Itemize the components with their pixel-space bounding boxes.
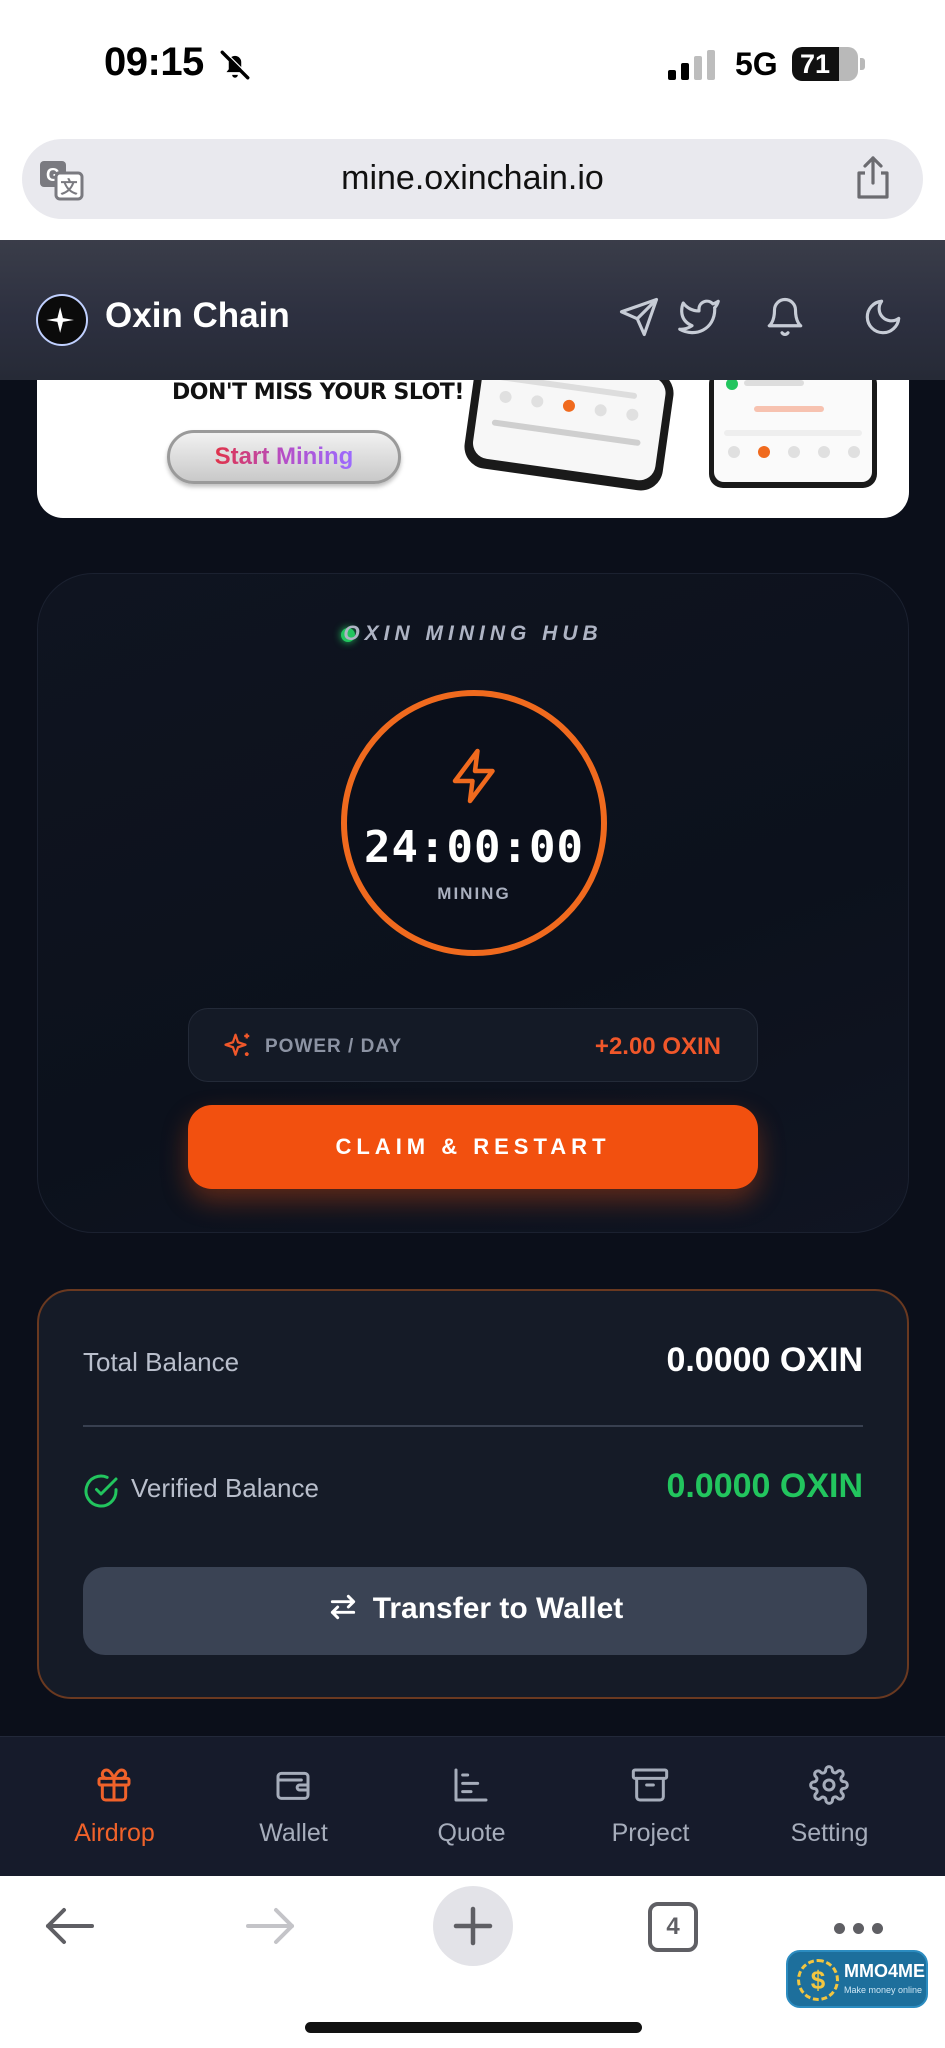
- status-time: 09:15: [104, 40, 204, 84]
- more-menu-icon[interactable]: [834, 1921, 891, 1939]
- phone-mockup-illustration: [461, 380, 677, 494]
- power-value: +2.00 OXIN: [594, 1033, 721, 1060]
- watermark-subtitle: Make money online: [844, 1985, 923, 1995]
- bottom-nav: Airdrop Wallet Quote Project Setting: [0, 1736, 945, 1876]
- verified-balance-label: Verified Balance: [131, 1473, 319, 1503]
- transfer-to-wallet-button[interactable]: Transfer to Wallet: [83, 1567, 867, 1655]
- chart-icon: [454, 1768, 488, 1802]
- transfer-button-content: Transfer to Wallet: [83, 1591, 867, 1626]
- mmo4me-watermark: $ MMO4ME Make money online: [786, 1950, 928, 2008]
- nav-label-setting: Setting: [790, 1819, 869, 1847]
- moon-icon[interactable]: [862, 296, 904, 338]
- browser-address-area: G 文 mine.oxinchain.io: [0, 135, 945, 240]
- transfer-button-label: Transfer to Wallet: [372, 1592, 624, 1625]
- nav-label-quote: Quote: [437, 1819, 506, 1847]
- bell-off-icon: [220, 49, 251, 80]
- total-balance-value: 0.0000 OXIN: [666, 1341, 863, 1379]
- twitter-icon[interactable]: [678, 296, 720, 338]
- app-header: Oxin Chain: [0, 240, 945, 380]
- claim-restart-button[interactable]: CLAIM & RESTART: [188, 1105, 758, 1189]
- start-mining-label: Start Mining: [215, 433, 354, 481]
- archive-icon: [631, 1768, 669, 1802]
- mining-hub-card: OXIN MINING HUB 24:00:00 MINING POWER / …: [37, 573, 909, 1233]
- hub-title: OXIN MINING HUB: [343, 622, 603, 645]
- verified-balance-value: 0.0000 OXIN: [666, 1467, 863, 1505]
- balance-card: Total Balance 0.0000 OXIN Verified Balan…: [37, 1289, 909, 1699]
- bell-icon[interactable]: [764, 296, 806, 338]
- nav-item-wallet[interactable]: Wallet: [199, 1737, 388, 1877]
- banner-slogan: DON'T MISS YOUR SLOT!: [172, 380, 464, 405]
- home-indicator: [305, 2022, 642, 2033]
- transfer-arrows-icon: [330, 1594, 355, 1620]
- forward-arrow-icon[interactable]: [244, 1906, 298, 1946]
- plus-icon: [453, 1906, 493, 1946]
- power-per-day: POWER / DAY +2.00 OXIN: [188, 1008, 758, 1082]
- nav-item-airdrop[interactable]: Airdrop: [20, 1737, 209, 1877]
- phone-mockup-illustration-2: [709, 380, 877, 488]
- total-balance-label: Total Balance: [83, 1347, 240, 1377]
- nav-label-project: Project: [611, 1819, 690, 1847]
- battery-level: 71: [799, 49, 831, 79]
- logo-spark-icon: [46, 307, 74, 333]
- address-bar[interactable]: G 文 mine.oxinchain.io: [22, 139, 923, 219]
- power-label: POWER / DAY: [265, 1036, 402, 1057]
- new-tab-button[interactable]: [433, 1886, 513, 1966]
- watermark-title: MMO4ME: [844, 1961, 925, 1981]
- telegram-icon[interactable]: [618, 296, 660, 338]
- mining-timer: 24:00:00: [364, 822, 584, 873]
- nav-label-wallet: Wallet: [259, 1819, 328, 1847]
- claim-restart-label: CLAIM & RESTART: [335, 1134, 611, 1159]
- status-bar: 09:15 5G 71: [0, 0, 945, 135]
- promo-banner[interactable]: DON'T MISS YOUR SLOT! Start Mining: [37, 380, 909, 518]
- mining-state: MINING: [437, 884, 511, 903]
- nav-label-airdrop: Airdrop: [74, 1819, 155, 1847]
- gift-icon: [97, 1768, 131, 1802]
- network-type: 5G: [735, 46, 778, 82]
- battery-tip: [860, 58, 865, 70]
- back-arrow-icon[interactable]: [42, 1906, 96, 1946]
- lightning-icon: [452, 748, 495, 804]
- oxin-logo[interactable]: [36, 294, 88, 346]
- nav-item-project[interactable]: Project: [556, 1737, 745, 1877]
- verified-check-icon: [84, 1474, 118, 1508]
- share-icon[interactable]: [853, 155, 893, 201]
- start-mining-button[interactable]: Start Mining: [167, 430, 401, 484]
- mining-timer-ring: 24:00:00 MINING: [341, 690, 607, 956]
- wallet-icon: [276, 1771, 310, 1800]
- battery-icon: 71: [792, 47, 858, 81]
- gear-icon: [809, 1765, 849, 1805]
- tabs-count-button[interactable]: 4: [648, 1902, 698, 1952]
- sparkle-icon: [224, 1033, 250, 1056]
- brand-name[interactable]: Oxin Chain: [105, 296, 290, 336]
- balance-divider: [83, 1425, 863, 1427]
- nav-item-quote[interactable]: Quote: [377, 1737, 566, 1877]
- url-text[interactable]: mine.oxinchain.io: [22, 159, 923, 198]
- nav-item-setting[interactable]: Setting: [735, 1737, 924, 1877]
- dollar-coin-icon: $: [797, 1959, 839, 2001]
- cellular-signal-icon: [668, 50, 715, 80]
